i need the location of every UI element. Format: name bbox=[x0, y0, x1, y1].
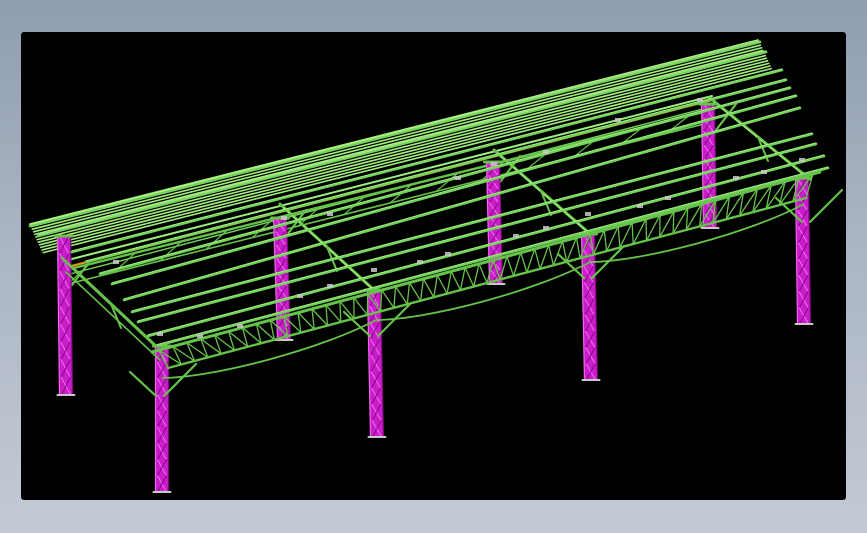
front-truss-web bbox=[325, 304, 329, 327]
gusset-plate bbox=[417, 260, 423, 264]
gusset-plate bbox=[113, 260, 119, 264]
roof-sheet-rib bbox=[34, 49, 764, 236]
front-knee-brace bbox=[128, 370, 158, 398]
front-truss-web bbox=[539, 244, 550, 270]
gusset-plate bbox=[281, 216, 287, 220]
front-truss-web bbox=[436, 274, 448, 295]
gusset-plate bbox=[799, 158, 805, 162]
gusset-plate bbox=[157, 332, 163, 336]
gusset-plate bbox=[491, 162, 497, 166]
gusset-plate bbox=[543, 150, 549, 154]
gusset-plate bbox=[637, 204, 643, 208]
front-truss-web bbox=[512, 251, 522, 277]
roof-sheet-rib bbox=[42, 67, 773, 254]
gusset-plate bbox=[665, 196, 671, 200]
gusset-plate bbox=[237, 324, 243, 328]
purlin-highlight bbox=[37, 50, 767, 236]
purlin bbox=[36, 50, 768, 238]
front-truss-web bbox=[393, 285, 397, 309]
gusset-plate bbox=[697, 98, 703, 102]
front-knee-brace bbox=[808, 188, 844, 224]
gusset-plate bbox=[297, 294, 303, 298]
front-truss-web bbox=[380, 289, 395, 309]
structure-model-canvas bbox=[28, 39, 844, 493]
front-truss-web bbox=[575, 236, 581, 259]
gusset-plate bbox=[733, 176, 739, 180]
front-truss-web bbox=[339, 300, 342, 323]
purlin-highlight bbox=[29, 40, 761, 226]
front-truss-web bbox=[603, 229, 608, 252]
front-truss-web bbox=[394, 285, 408, 305]
roof-sheet-rib bbox=[29, 39, 759, 225]
front-truss-web bbox=[547, 244, 555, 266]
front-truss-web bbox=[433, 274, 438, 298]
gusset-plate bbox=[543, 226, 549, 230]
front-truss-web bbox=[408, 281, 422, 302]
roof-sheeting-group bbox=[29, 39, 773, 275]
front-truss-web bbox=[464, 266, 475, 288]
purlin bbox=[84, 78, 788, 264]
front-truss-web bbox=[459, 266, 466, 291]
front-truss-web bbox=[422, 278, 435, 298]
left-end-rafter-lower bbox=[65, 271, 161, 361]
gusset-plate bbox=[761, 170, 767, 174]
gusset-plate bbox=[455, 176, 461, 180]
front-truss-web bbox=[353, 296, 369, 316]
front-truss-web bbox=[617, 225, 621, 249]
roof-sheet-rib bbox=[41, 65, 771, 251]
gusset-plate bbox=[445, 252, 451, 256]
front-truss-web bbox=[311, 308, 329, 327]
front-truss-web bbox=[311, 308, 315, 330]
front-haunch-brace bbox=[161, 319, 377, 379]
gusset-plate bbox=[371, 268, 377, 272]
front-truss-web bbox=[506, 255, 515, 277]
gusset-plate bbox=[197, 334, 203, 338]
front-truss-web bbox=[446, 270, 452, 295]
gusset-plate bbox=[615, 118, 621, 122]
cad-application-window: { "viewport": { "background": "#000000",… bbox=[0, 0, 867, 533]
front-truss-web bbox=[478, 263, 488, 284]
roof-sheet-lower-edge bbox=[59, 95, 713, 263]
purlin-highlight bbox=[71, 68, 783, 252]
gusset-plate bbox=[585, 212, 591, 216]
gusset-plate bbox=[327, 284, 333, 288]
front-truss-web bbox=[534, 248, 541, 270]
gusset-plate bbox=[327, 212, 333, 216]
front-truss-web bbox=[520, 251, 528, 274]
front-truss-web bbox=[450, 270, 462, 291]
front-truss-web bbox=[325, 304, 342, 323]
front-truss-web bbox=[631, 221, 634, 245]
front-truss-web bbox=[473, 263, 480, 288]
front-truss-web bbox=[419, 278, 425, 302]
front-truss-web bbox=[526, 248, 536, 274]
cad-3d-viewport[interactable] bbox=[21, 32, 846, 500]
purlin bbox=[70, 68, 784, 254]
gusset-plate bbox=[513, 234, 519, 238]
front-truss-web bbox=[672, 210, 675, 235]
purlin-highlight bbox=[137, 142, 817, 322]
front-truss-web bbox=[406, 281, 411, 305]
